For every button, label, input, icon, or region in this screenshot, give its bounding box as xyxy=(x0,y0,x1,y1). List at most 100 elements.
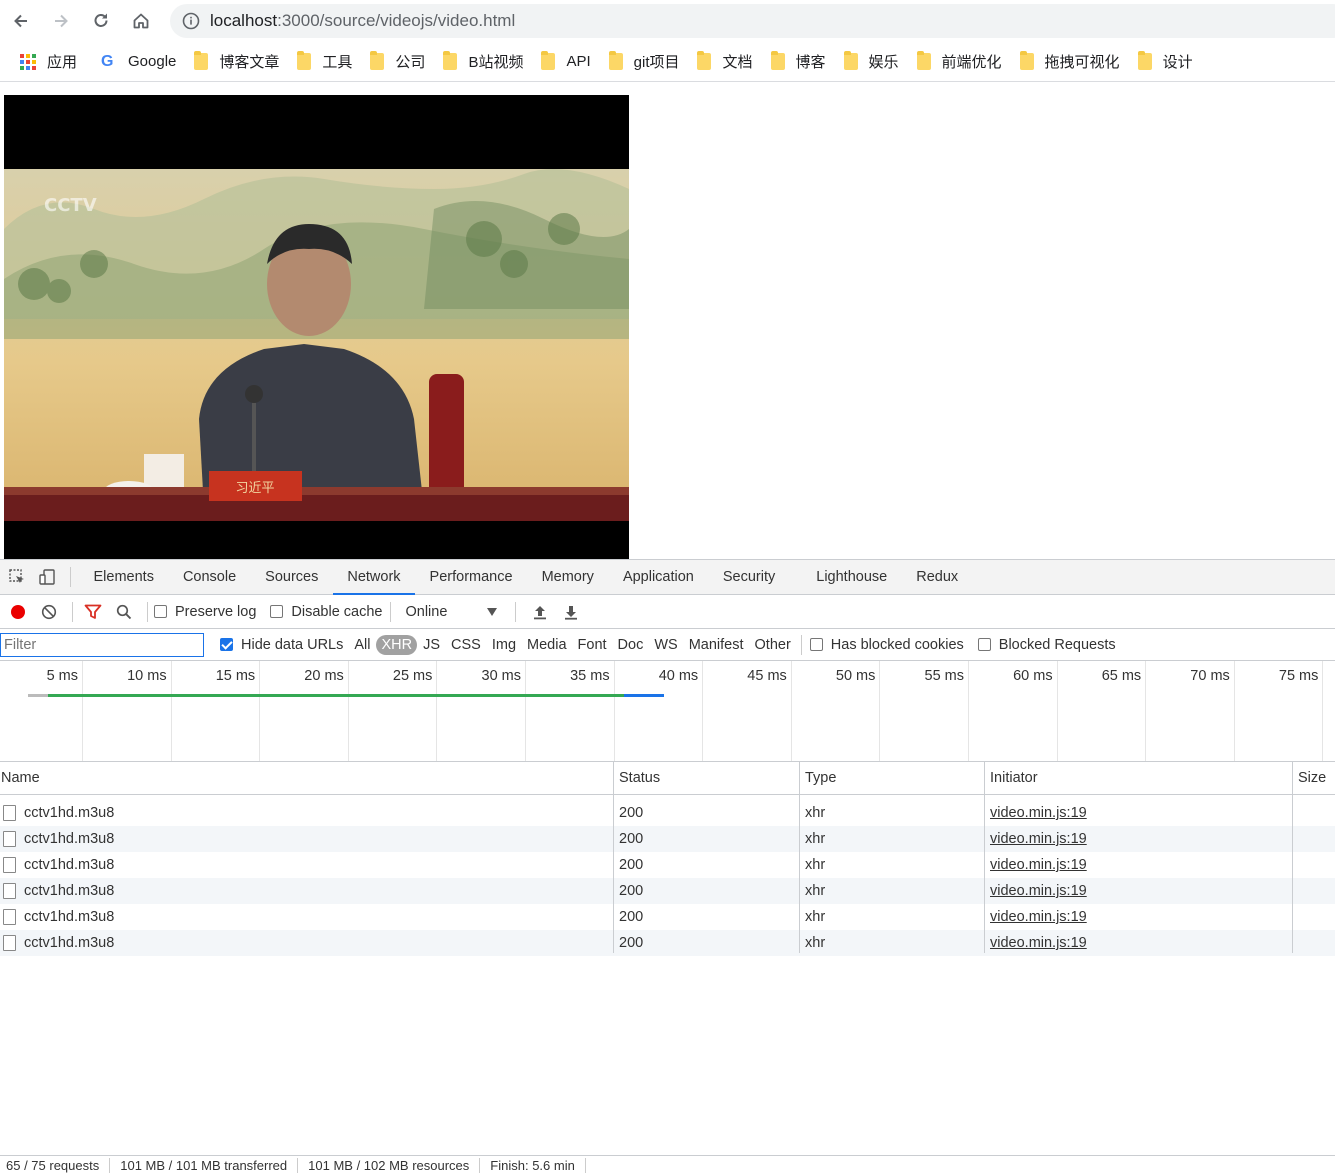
export-har-button[interactable] xyxy=(557,598,585,626)
column-header-size[interactable]: Size xyxy=(1298,762,1326,795)
request-name[interactable]: cctv1hd.m3u8 xyxy=(24,800,114,826)
type-filter-other[interactable]: Other xyxy=(750,635,796,655)
video-player[interactable]: CCTV 习近平 xyxy=(4,95,629,559)
request-initiator-link[interactable]: video.min.js:19 xyxy=(990,878,1087,904)
preserve-log-checkbox[interactable]: Preserve log xyxy=(154,604,256,620)
request-type: xhr xyxy=(805,883,826,899)
address-bar[interactable]: localhost:3000/source/videojs/video.html xyxy=(170,4,1335,38)
folder-icon xyxy=(770,51,785,70)
type-filter-xhr[interactable]: XHR xyxy=(376,634,418,655)
request-type: xhr xyxy=(805,935,826,951)
back-button[interactable] xyxy=(7,7,35,35)
bookmark-item[interactable]: 博客 xyxy=(763,48,834,76)
import-har-button[interactable] xyxy=(526,598,554,626)
tab-network[interactable]: Network xyxy=(332,560,416,595)
forward-button[interactable] xyxy=(47,7,75,35)
request-name[interactable]: cctv1hd.m3u8 xyxy=(24,826,114,852)
home-button[interactable] xyxy=(127,7,155,35)
bookmark-item[interactable]: 拖拽可视化 xyxy=(1012,48,1128,76)
timeline-bar-blue xyxy=(624,694,664,697)
clear-button[interactable] xyxy=(35,598,63,626)
type-filter-css[interactable]: CSS xyxy=(446,635,486,655)
bookmark-item[interactable]: git项目 xyxy=(601,48,688,76)
blocked-requests-checkbox[interactable]: Blocked Requests xyxy=(977,637,1116,653)
filter-input[interactable] xyxy=(0,632,204,657)
request-initiator-link[interactable]: video.min.js:19 xyxy=(990,904,1087,930)
column-header-status[interactable]: Status xyxy=(619,762,660,795)
bookmark-item[interactable]: 博客文章 xyxy=(186,48,287,76)
bookmark-item[interactable]: 工具 xyxy=(289,48,360,76)
tab-performance[interactable]: Performance xyxy=(415,560,527,595)
tab-elements[interactable]: Elements xyxy=(79,560,168,595)
tab-lighthouse[interactable]: Lighthouse xyxy=(802,560,902,595)
bookmark-item[interactable]: 前端优化 xyxy=(909,48,1010,76)
type-filter-js[interactable]: JS xyxy=(418,635,445,655)
request-type: xhr xyxy=(805,909,826,925)
type-filter-all[interactable]: All xyxy=(349,635,375,655)
device-toolbar-icon[interactable] xyxy=(32,562,62,592)
column-header-type[interactable]: Type xyxy=(805,762,836,795)
record-icon xyxy=(11,604,25,619)
filter-icon xyxy=(84,604,102,619)
request-initiator-link[interactable]: video.min.js:19 xyxy=(990,826,1087,852)
type-filter-ws[interactable]: WS xyxy=(649,635,682,655)
request-name[interactable]: cctv1hd.m3u8 xyxy=(24,904,114,930)
request-type: xhr xyxy=(805,857,826,873)
table-row[interactable]: cctv1hd.m3u8 200 xhr video.min.js:19 xyxy=(0,904,1335,930)
bookmark-item[interactable]: API xyxy=(533,48,598,76)
bookmark-label: API xyxy=(566,53,591,70)
checkbox-box[interactable] xyxy=(809,638,823,651)
timeline-tick-label: 20 ms xyxy=(304,668,344,684)
url-text[interactable]: localhost:3000/source/videojs/video.html xyxy=(210,11,515,31)
bookmark-item[interactable]: G Google xyxy=(93,48,184,76)
table-row[interactable]: cctv1hd.m3u8 200 xhr video.min.js:19 xyxy=(0,826,1335,852)
record-button[interactable] xyxy=(4,598,32,626)
search-button[interactable] xyxy=(110,598,138,626)
request-name[interactable]: cctv1hd.m3u8 xyxy=(24,930,114,956)
type-filter-manifest[interactable]: Manifest xyxy=(684,635,749,655)
bookmark-item[interactable]: 设计 xyxy=(1130,48,1201,76)
bookmark-item[interactable]: B站视频 xyxy=(435,48,531,76)
folder-icon xyxy=(370,51,385,70)
checkbox-box[interactable] xyxy=(154,605,167,618)
type-filter-font[interactable]: Font xyxy=(573,635,612,655)
tab-application[interactable]: Application xyxy=(608,560,708,595)
tab-redux[interactable]: Redux xyxy=(902,560,973,595)
checkbox-box[interactable] xyxy=(977,638,991,651)
arrow-right-icon xyxy=(55,14,68,28)
table-row[interactable]: cctv1hd.m3u8 200 xhr video.min.js:19 xyxy=(0,852,1335,878)
bookmark-item[interactable]: 公司 xyxy=(362,48,433,76)
reload-button[interactable] xyxy=(87,7,115,35)
throttling-select[interactable]: Online xyxy=(397,604,498,620)
inspect-element-icon[interactable] xyxy=(2,562,32,592)
request-name[interactable]: cctv1hd.m3u8 xyxy=(24,878,114,904)
table-row[interactable]: cctv1hd.m3u8 200 xhr video.min.js:19 xyxy=(0,930,1335,956)
tab-sources[interactable]: Sources xyxy=(251,560,333,595)
checkbox-box-checked[interactable] xyxy=(220,638,233,651)
tab-security[interactable]: Security xyxy=(708,560,789,595)
network-overview-timeline[interactable]: 5 ms 10 ms 15 ms 20 ms 25 ms 30 ms 35 ms 40 ms 4… xyxy=(0,661,1335,762)
request-initiator-link[interactable]: video.min.js:19 xyxy=(990,930,1087,956)
bookmark-item[interactable]: 应用 xyxy=(12,48,91,76)
request-initiator-link[interactable]: video.min.js:19 xyxy=(990,800,1087,826)
table-row[interactable]: cctv1hd.m3u8 200 xhr video.min.js:19 xyxy=(0,800,1335,826)
type-filter-img[interactable]: Img xyxy=(487,635,521,655)
request-name[interactable]: cctv1hd.m3u8 xyxy=(24,852,114,878)
disable-cache-checkbox[interactable]: Disable cache xyxy=(270,604,382,620)
info-icon[interactable] xyxy=(182,12,200,30)
type-filter-doc[interactable]: Doc xyxy=(613,635,649,655)
column-header-name[interactable]: Name xyxy=(1,762,40,795)
checkbox-box[interactable] xyxy=(270,605,284,618)
hide-data-urls-checkbox[interactable]: Hide data URLs xyxy=(220,637,343,653)
bookmark-item[interactable]: 娱乐 xyxy=(836,48,907,76)
type-filter-media[interactable]: Media xyxy=(522,635,572,655)
tab-memory[interactable]: Memory xyxy=(527,560,608,595)
tab-console[interactable]: Console xyxy=(168,560,250,595)
filter-toggle-button[interactable] xyxy=(79,598,107,626)
column-header-initiator[interactable]: Initiator xyxy=(990,762,1038,795)
bookmark-item[interactable]: 文档 xyxy=(689,48,760,76)
request-initiator-link[interactable]: video.min.js:19 xyxy=(990,852,1087,878)
has-blocked-cookies-checkbox[interactable]: Has blocked cookies xyxy=(809,637,964,653)
table-row[interactable]: cctv1hd.m3u8 200 xhr video.min.js:19 xyxy=(0,878,1335,904)
tabbar-divider xyxy=(70,567,71,587)
